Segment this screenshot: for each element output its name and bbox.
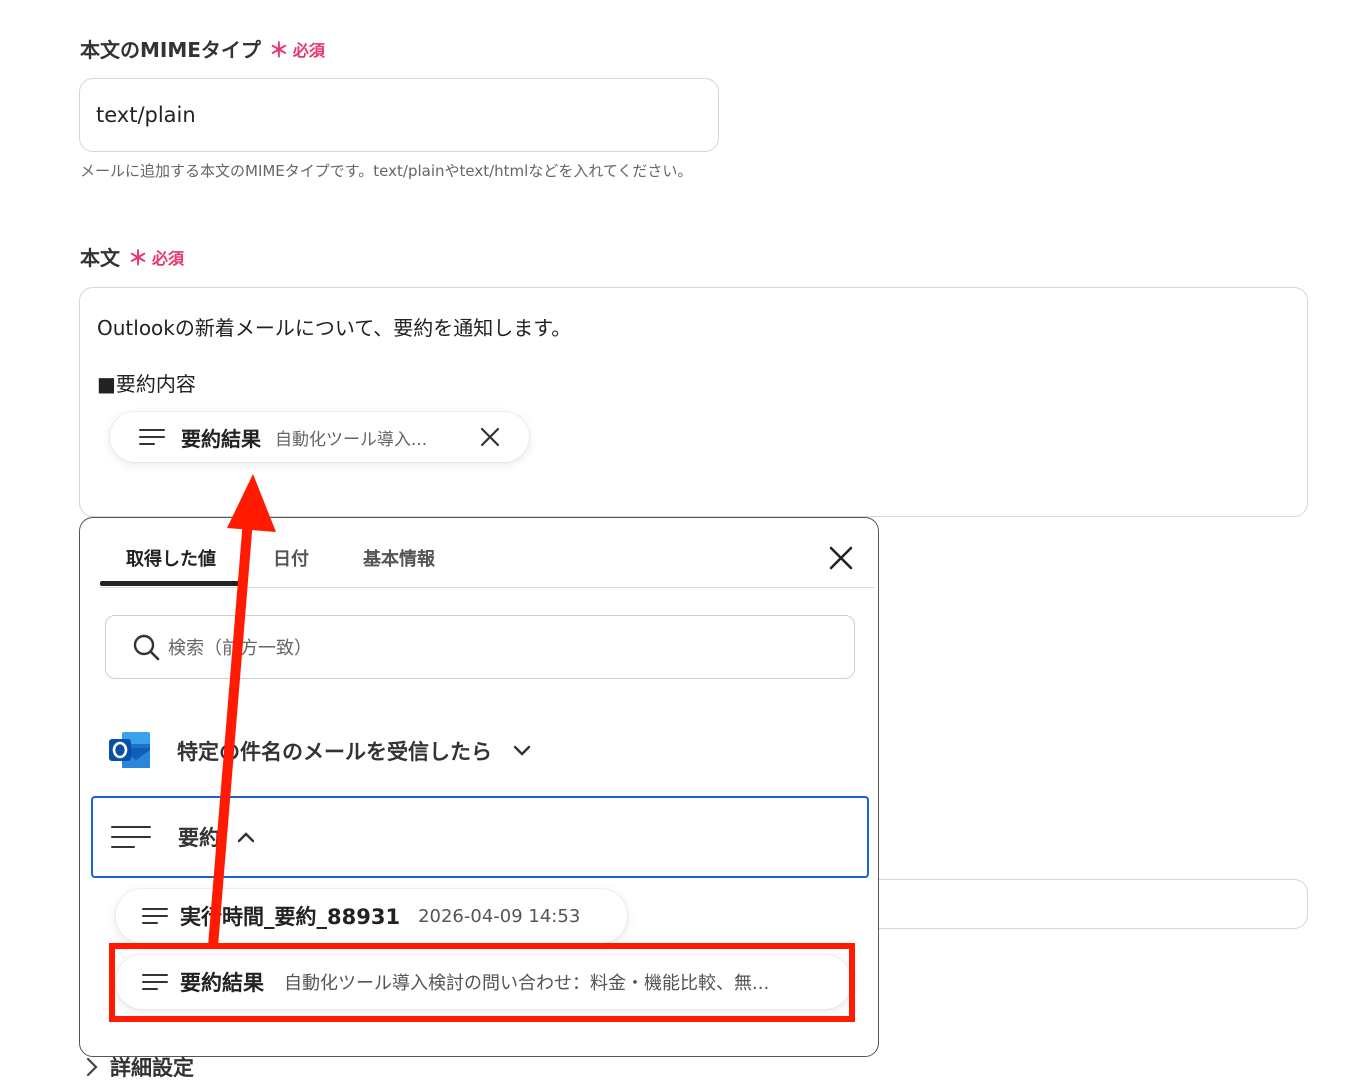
arrow-annotation [208, 474, 276, 947]
